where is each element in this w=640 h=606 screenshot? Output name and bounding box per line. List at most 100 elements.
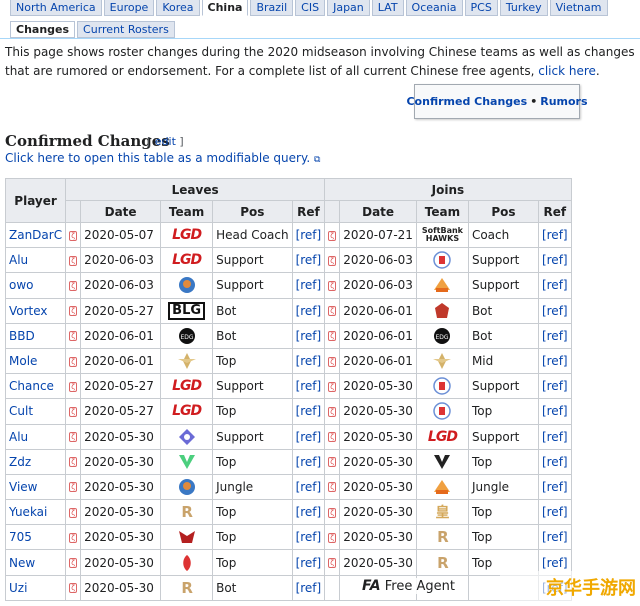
quicklinks-separator: • bbox=[530, 95, 538, 108]
player-link[interactable]: Chance bbox=[9, 379, 54, 393]
ref-link[interactable]: [ref] bbox=[296, 304, 322, 318]
ref-link[interactable]: [ref] bbox=[542, 455, 568, 469]
joins-team[interactable] bbox=[415, 297, 469, 324]
region-tab[interactable]: Europe bbox=[103, 0, 155, 16]
region-tab[interactable]: Vietnam bbox=[549, 0, 608, 16]
leaves-team[interactable] bbox=[160, 448, 214, 475]
ref-link[interactable]: [ref] bbox=[296, 253, 322, 267]
joins-team[interactable] bbox=[415, 272, 469, 299]
query-link-text[interactable]: Click here to open this table as a modif… bbox=[5, 151, 310, 165]
player-link[interactable]: owo bbox=[9, 278, 34, 292]
ref-link[interactable]: [ref] bbox=[542, 354, 568, 368]
joins-team[interactable] bbox=[415, 347, 469, 375]
player-link[interactable]: BBD bbox=[9, 329, 35, 343]
joins-team[interactable] bbox=[415, 473, 469, 501]
joins-team[interactable]: SoftBank HAWKS bbox=[415, 221, 469, 249]
joins-date-header: Date bbox=[339, 200, 417, 223]
query-link[interactable]: Click here to open this table as a modif… bbox=[5, 151, 320, 165]
ref-link[interactable]: [ref] bbox=[542, 556, 568, 570]
ref-link[interactable]: [ref] bbox=[542, 278, 568, 292]
leaves-team[interactable] bbox=[160, 423, 214, 450]
ref-link[interactable]: [ref] bbox=[296, 329, 322, 343]
edit-link[interactable]: edit bbox=[155, 135, 176, 148]
region-tab[interactable]: Japan bbox=[327, 0, 370, 16]
player-link[interactable]: Uzi bbox=[9, 581, 27, 595]
ref-link[interactable]: [ref] bbox=[542, 228, 568, 242]
region-tab[interactable]: PCS bbox=[464, 0, 498, 16]
player-link[interactable]: View bbox=[9, 480, 37, 494]
joins-team[interactable] bbox=[415, 247, 469, 274]
ref-link[interactable]: [ref] bbox=[296, 228, 322, 242]
leaves-team[interactable] bbox=[160, 549, 214, 576]
player-link[interactable]: 705 bbox=[9, 530, 32, 544]
leaves-team[interactable] bbox=[160, 347, 214, 375]
ref-link[interactable]: [ref] bbox=[542, 530, 568, 544]
region-tab[interactable]: LAT bbox=[371, 0, 404, 16]
player-link[interactable]: Zdz bbox=[9, 455, 31, 469]
region-tab[interactable]: CIS bbox=[295, 0, 326, 16]
rumors-link[interactable]: Rumors bbox=[540, 95, 587, 108]
free-agents-link[interactable]: click here bbox=[538, 64, 596, 78]
region-tab[interactable]: Korea bbox=[156, 0, 200, 16]
region-tab[interactable]: Brazil bbox=[250, 0, 294, 16]
lgd-logo: LGD bbox=[172, 252, 202, 269]
ref-link[interactable]: [ref] bbox=[542, 329, 568, 343]
leaves-team[interactable]: R bbox=[160, 574, 214, 601]
region-tab[interactable]: North America bbox=[10, 0, 102, 16]
ref-link[interactable]: [ref] bbox=[296, 354, 322, 368]
region-tab[interactable]: China bbox=[201, 0, 249, 16]
ref-link[interactable]: [ref] bbox=[542, 505, 568, 519]
jdg-logo bbox=[178, 531, 195, 544]
confirmed-changes-link[interactable]: Confirmed Changes bbox=[406, 95, 527, 108]
ref-link[interactable]: [ref] bbox=[542, 379, 568, 393]
ref-link[interactable]: [ref] bbox=[296, 505, 322, 519]
suning-logo bbox=[434, 278, 451, 293]
ref-link[interactable]: [ref] bbox=[296, 556, 322, 570]
ref-link[interactable]: [ref] bbox=[542, 404, 568, 418]
leaves-team[interactable]: LGD bbox=[160, 221, 214, 249]
leaves-team[interactable] bbox=[160, 473, 214, 501]
player-link[interactable]: Cult bbox=[9, 404, 33, 418]
player-link[interactable]: Alu bbox=[9, 253, 28, 267]
player-link[interactable]: Yuekai bbox=[9, 505, 47, 519]
joins-team[interactable]: EDG bbox=[415, 322, 469, 349]
leaves-team[interactable]: R bbox=[160, 499, 214, 526]
ref-link[interactable]: [ref] bbox=[296, 404, 322, 418]
leaves-team[interactable]: LGD bbox=[160, 247, 214, 274]
sub-tab[interactable]: Changes bbox=[10, 21, 76, 38]
joins-team[interactable] bbox=[415, 448, 469, 475]
china-flag-icon: ζ bbox=[328, 457, 337, 468]
leaves-team[interactable]: LGD bbox=[160, 398, 214, 425]
leaves-team[interactable]: BLG bbox=[160, 297, 214, 324]
player-link[interactable]: Vortex bbox=[9, 304, 48, 318]
player-link[interactable]: Alu bbox=[9, 430, 28, 444]
ref-link[interactable]: [ref] bbox=[542, 253, 568, 267]
leaves-team[interactable]: LGD bbox=[160, 373, 214, 400]
ref-link[interactable]: [ref] bbox=[296, 480, 322, 494]
ref-link[interactable]: [ref] bbox=[296, 581, 322, 595]
leaves-team[interactable]: EDG bbox=[160, 322, 214, 349]
player-link[interactable]: Mole bbox=[9, 354, 37, 368]
joins-team[interactable] bbox=[415, 398, 469, 425]
ref-link[interactable]: [ref] bbox=[542, 430, 568, 444]
sub-tab[interactable]: Current Rosters bbox=[77, 21, 175, 38]
leaves-flag-cell: ζ bbox=[65, 347, 82, 375]
leaves-team[interactable] bbox=[160, 272, 214, 299]
ref-link[interactable]: [ref] bbox=[296, 530, 322, 544]
ref-link[interactable]: [ref] bbox=[542, 480, 568, 494]
ref-link[interactable]: [ref] bbox=[542, 304, 568, 318]
ref-link[interactable]: [ref] bbox=[296, 430, 322, 444]
ref-link[interactable]: [ref] bbox=[296, 455, 322, 469]
player-link[interactable]: ZanDarC bbox=[9, 228, 62, 242]
joins-team[interactable]: R bbox=[415, 549, 469, 576]
leaves-team[interactable] bbox=[160, 524, 214, 551]
joins-team[interactable]: R bbox=[415, 524, 469, 551]
joins-team[interactable] bbox=[415, 373, 469, 400]
region-tab[interactable]: Oceania bbox=[405, 0, 463, 16]
joins-team[interactable]: 皇 bbox=[415, 499, 469, 526]
joins-team[interactable]: LGD bbox=[415, 423, 469, 450]
region-tab[interactable]: Turkey bbox=[499, 0, 548, 16]
player-link[interactable]: New bbox=[9, 556, 35, 570]
ref-link[interactable]: [ref] bbox=[296, 379, 322, 393]
ref-link[interactable]: [ref] bbox=[296, 278, 322, 292]
